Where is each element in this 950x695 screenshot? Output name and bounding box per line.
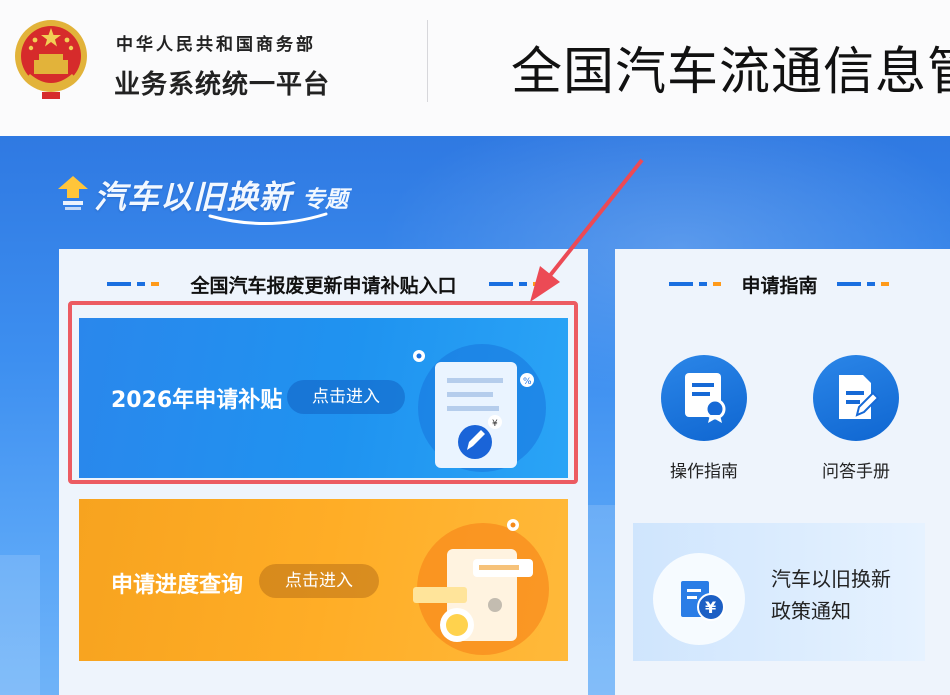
edit-document-icon[interactable] — [813, 355, 899, 441]
policy-notice-text: 汽车以旧换新 政策通知 — [771, 563, 891, 627]
application-guide-title: 申请指南 — [741, 275, 818, 297]
policy-notice-card[interactable]: ¥ 汽车以旧换新 政策通知 — [633, 523, 925, 661]
qa-manual-label: 问答手册 — [822, 462, 890, 482]
header-divider — [427, 20, 428, 102]
national-emblem-icon — [15, 20, 87, 99]
topic-subtitle: 专题 — [302, 187, 348, 213]
progress-search-icon — [413, 519, 549, 655]
progress-query-label: 申请进度查询 — [111, 573, 244, 598]
policy-notice-line1: 汽车以旧换新 — [771, 567, 891, 591]
topic-underline-arc — [208, 212, 328, 226]
progress-enter-button[interactable]: 点击进入 — [259, 564, 379, 598]
certificate-document-icon[interactable] — [661, 355, 747, 441]
org-name-line2: 业务系统统一平台 — [114, 70, 331, 100]
operation-guide-label: 操作指南 — [670, 462, 738, 482]
topic-heading: 汽车以旧换新 专题 — [58, 172, 378, 232]
annotation-highlight-box — [68, 301, 578, 484]
upgrade-arrow-icon — [58, 176, 88, 210]
annotation-arrow — [530, 158, 644, 302]
title-dash-decoration — [837, 282, 889, 286]
progress-query-card[interactable]: 申请进度查询 点击进入 — [79, 499, 568, 661]
yen-document-icon: ¥ — [653, 553, 745, 645]
svg-text:¥: ¥ — [705, 598, 716, 617]
application-guide-panel: 申请指南 操作指南 问答手册 ¥ 汽车以旧换新 政策通知 — [615, 249, 950, 695]
org-name-line1: 中华人民共和国商务部 — [116, 35, 316, 55]
site-title: 全国汽车流通信息管 — [511, 43, 950, 102]
site-header: 中华人民共和国商务部 业务系统统一平台 全国汽车流通信息管 — [0, 0, 950, 136]
policy-notice-line2: 政策通知 — [771, 599, 851, 623]
